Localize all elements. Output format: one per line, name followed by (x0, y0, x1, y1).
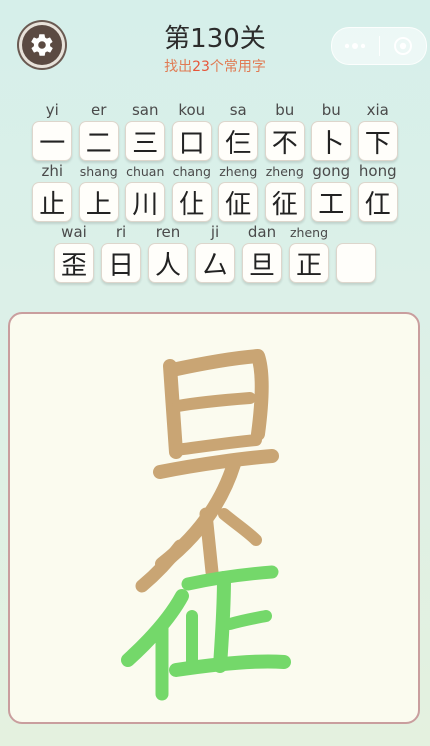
character-tile[interactable]: 征 (264, 182, 305, 222)
character-tile[interactable]: 工 (311, 182, 352, 222)
pinyin-label: ri (115, 223, 127, 241)
character-row-1: yi 一 er 二 san 三 kou 口 sa 仨 bu 不 bu 卜 xia 下 (0, 100, 430, 161)
pinyin-label: zheng (289, 225, 329, 240)
character-cell: yi 一 (32, 100, 73, 161)
pinyin-label: ren (155, 223, 181, 241)
pinyin-label: gong (312, 162, 351, 180)
character-cell: xia 下 (357, 100, 399, 161)
character-tile[interactable]: 卜 (311, 121, 352, 161)
character-tile[interactable]: 二 (78, 121, 119, 161)
character-tile[interactable]: 仨 (218, 121, 259, 161)
character-cell: dan 旦 (242, 222, 283, 283)
character-tile[interactable]: 止 (32, 182, 73, 222)
pinyin-label: yi (45, 101, 59, 119)
character-cell: ren 人 (148, 222, 189, 283)
puzzle-board[interactable] (8, 312, 420, 724)
pinyin-label: zheng (219, 164, 258, 179)
character-cell: er 二 (78, 100, 120, 161)
character-tile[interactable]: 下 (357, 121, 398, 161)
character-tile[interactable]: 川 (125, 182, 166, 222)
character-tile[interactable]: 口 (171, 121, 212, 161)
pinyin-label: er (91, 101, 107, 119)
character-cell: kou 口 (171, 100, 213, 161)
pinyin-label: bu (321, 101, 341, 119)
pinyin-label: san (131, 101, 159, 119)
character-tile[interactable]: 仩 (171, 182, 212, 222)
level-subtitle: 找出23个常用字 (0, 56, 430, 76)
character-cell: hong 仜 (357, 161, 399, 222)
stroke-ri-middle (172, 392, 256, 412)
stroke-zheng-first-dash (135, 539, 187, 593)
found-characters-grid: yi 一 er 二 san 三 kou 口 sa 仨 bu 不 bu 卜 xia 下 zhi 止 … (0, 100, 430, 283)
character-tile[interactable]: 仜 (357, 182, 398, 222)
pinyin-label: shang (79, 164, 118, 179)
stroke-zheng-center (213, 571, 231, 673)
subtitle-prefix: 找出 (164, 59, 193, 75)
stroke-zheng-inner-right (224, 610, 272, 630)
character-cell: san 三 (125, 100, 166, 161)
character-tile[interactable]: 上 (78, 182, 119, 222)
stroke-center-vertical (199, 507, 219, 579)
character-tile[interactable]: 不 (264, 121, 305, 161)
character-tile[interactable]: 一 (32, 121, 73, 161)
stroke-right-dot (218, 508, 262, 546)
pinyin-label: chang (172, 164, 211, 179)
character-cell: zheng 佂 (218, 161, 259, 222)
pinyin-label: zhi (41, 162, 64, 180)
pinyin-label: zheng (265, 164, 304, 179)
character-cell: wai 歪 (54, 222, 95, 283)
pinyin-label: xia (366, 101, 389, 119)
character-tile[interactable]: 人 (148, 243, 188, 283)
pinyin-label: chuan (126, 164, 165, 179)
pinyin-label: sa (229, 101, 247, 119)
character-cell: gong 工 (311, 161, 352, 222)
character-cell (336, 222, 377, 283)
character-cell: shang 上 (78, 161, 120, 222)
stroke-ri-bottom (170, 434, 262, 456)
pinyin-label: ji (210, 223, 220, 241)
character-tile[interactable]: 三 (125, 121, 166, 161)
pinyin-label: hong (358, 162, 397, 180)
character-cell: bu 不 (264, 100, 306, 161)
character-tile[interactable]: 日 (101, 243, 141, 283)
stroke-zheng-bottom (169, 654, 291, 677)
character-row-3: wai 歪 ri 日 ren 人 ji 厶 dan 旦 zheng 正 (0, 222, 430, 283)
character-cell: bu 卜 (311, 100, 352, 161)
pinyin-label: dan (247, 223, 277, 241)
character-cell: chang 仩 (171, 161, 213, 222)
stroke-zheng-second-dash (121, 589, 189, 667)
character-row-2: zhi 止 shang 上 chuan 川 chang 仩 zheng 佂 zheng 征 … (0, 161, 430, 222)
empty-slot-tile[interactable] (336, 243, 376, 283)
character-cell: zhi 止 (32, 161, 73, 222)
character-cell: ji 厶 (195, 222, 236, 283)
character-cell: chuan 川 (125, 161, 166, 222)
target-count: 23 (192, 59, 210, 75)
character-tile[interactable]: 厶 (195, 243, 235, 283)
subtitle-suffix: 个常用字 (209, 59, 266, 75)
character-tile[interactable]: 歪 (54, 243, 94, 283)
pinyin-label: wai (61, 223, 87, 241)
character-cell: sa 仨 (218, 100, 259, 161)
level-title: 第130关 (164, 24, 266, 54)
character-tile[interactable]: 佂 (218, 182, 259, 222)
character-cell: ri 日 (101, 222, 142, 283)
pinyin-label: bu (275, 101, 295, 119)
puzzle-character (121, 349, 291, 701)
character-tile[interactable]: 旦 (242, 243, 282, 283)
character-cell: zheng 正 (289, 222, 330, 283)
character-cell: zheng 征 (264, 161, 306, 222)
character-tile[interactable]: 正 (289, 243, 329, 283)
pinyin-label: kou (178, 101, 206, 119)
